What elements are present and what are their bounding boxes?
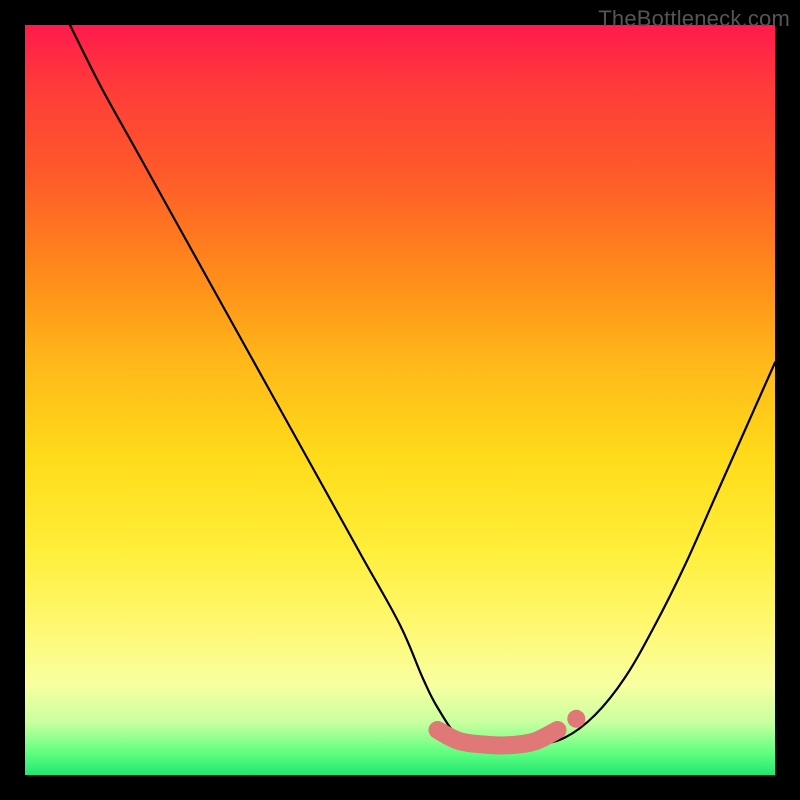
chart-frame: TheBottleneck.com (0, 0, 800, 800)
plot-area (25, 25, 775, 775)
watermark-text: TheBottleneck.com (598, 6, 790, 32)
highlight-end-dot (567, 710, 585, 728)
bottleneck-curve-path (70, 25, 775, 746)
bottleneck-curve-svg (25, 25, 775, 775)
highlight-band-path (438, 730, 558, 746)
